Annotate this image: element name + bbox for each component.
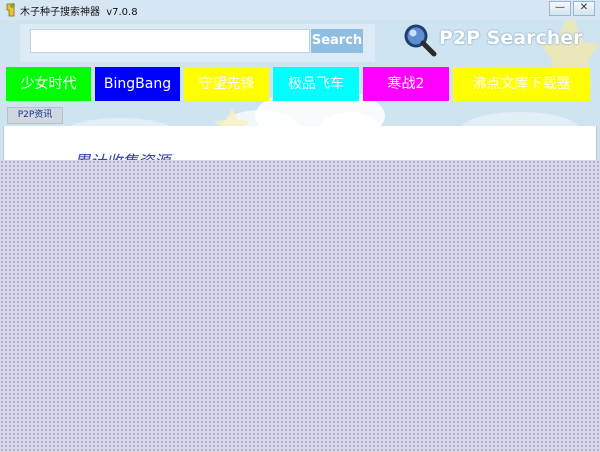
loading-overlay xyxy=(0,160,600,452)
category-button-2[interactable]: 守望先锋 xyxy=(184,67,269,101)
minimize-icon: — xyxy=(555,2,565,13)
app-window: 木子种子搜索神器 v7.0.8 — ✕ Search P2P Searcher … xyxy=(0,0,600,452)
title-bar[interactable]: 木子种子搜索神器 v7.0.8 — ✕ xyxy=(0,0,600,20)
category-label: 寒战2 xyxy=(387,76,425,92)
version-label: v7.0.8 xyxy=(106,7,138,18)
category-label: 少女时代 xyxy=(20,76,77,92)
window-title: 木子种子搜索神器 v7.0.8 xyxy=(20,3,138,18)
magnifier-icon xyxy=(404,24,437,57)
window-title-text: 木子种子搜索神器 xyxy=(20,7,100,18)
category-button-1[interactable]: BingBang xyxy=(95,67,180,101)
app-logo-icon xyxy=(6,3,15,17)
category-label: BingBang xyxy=(103,76,172,92)
tab-p2p-news[interactable]: P2P资讯 xyxy=(7,107,63,124)
category-button-0[interactable]: 少女时代 xyxy=(6,67,91,101)
category-label: 守望先锋 xyxy=(198,76,255,92)
minimize-button[interactable]: — xyxy=(549,1,571,16)
tab-label: P2P资讯 xyxy=(17,110,53,120)
category-button-3[interactable]: 极品飞车 xyxy=(273,67,359,101)
category-label: 极品飞车 xyxy=(288,76,344,92)
category-label: 沸点文库下载器 xyxy=(472,76,571,92)
search-input[interactable] xyxy=(30,29,310,53)
brand-title: P2P Searcher xyxy=(439,27,583,49)
content-panel: 累计收集资源 xyxy=(3,126,597,162)
category-button-5[interactable]: 沸点文库下载器 xyxy=(453,67,590,101)
close-button[interactable]: ✕ xyxy=(573,1,595,16)
category-button-4[interactable]: 寒战2 xyxy=(363,67,449,101)
search-button[interactable]: Search xyxy=(311,29,363,53)
close-icon: ✕ xyxy=(579,2,589,13)
